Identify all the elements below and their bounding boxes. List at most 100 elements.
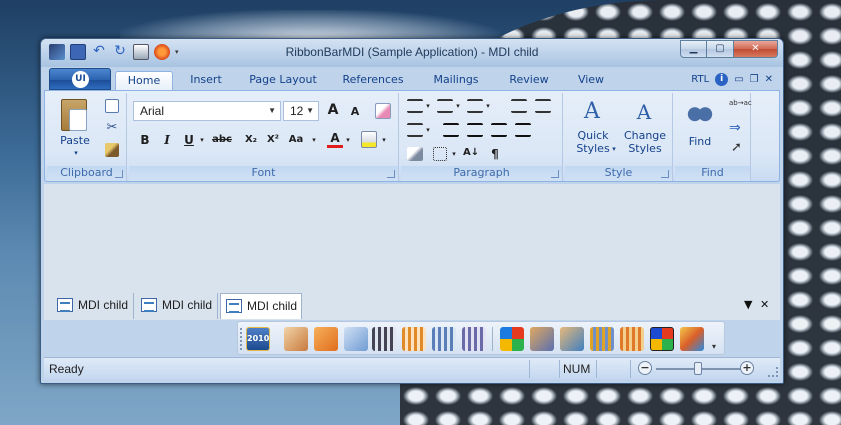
bullets-dropdown-icon[interactable]: ▾ [423,99,433,113]
clipboard-launcher-icon[interactable] [115,170,123,178]
increase-indent-icon[interactable] [535,99,551,113]
bullets-icon[interactable] [407,99,423,113]
font-launcher-icon[interactable] [387,170,395,178]
application-button[interactable]: UI [49,68,111,90]
decrease-indent-icon[interactable] [511,99,527,113]
windows-xp-style-icon[interactable] [500,327,524,351]
subscript-button[interactable]: X₂ [241,133,261,147]
numbering-icon[interactable] [437,99,453,113]
tab-references[interactable]: References [337,71,409,91]
font-size-combo[interactable]: 12 ▼ [283,101,319,121]
grow-font-button[interactable]: A [325,103,341,117]
multilevel-dropdown-icon[interactable]: ▾ [483,99,493,113]
toolbar-overflow-icon[interactable]: ▾ [712,342,716,351]
office-2010-style-icon[interactable]: 2010 [246,327,270,351]
tab-view[interactable]: View [571,71,611,91]
underline-dropdown-icon[interactable]: ▾ [197,133,207,147]
layout-style-icon-1[interactable] [372,327,396,351]
tab-list-dropdown-icon[interactable]: ▼ [744,298,752,311]
zoom-in-button[interactable]: + [740,361,754,375]
mdi-tab-3[interactable]: MDI child [220,293,302,319]
office-style-icon-3[interactable] [344,327,368,351]
format-painter-icon[interactable] [105,143,119,157]
cut-icon[interactable]: ✂ [105,121,119,135]
change-styles-button[interactable]: Change Styles [621,129,669,155]
windows-logo-icon[interactable] [650,327,674,351]
strikethrough-button[interactable]: abc [211,133,233,147]
underline-button[interactable]: U [181,133,197,147]
help-icon[interactable]: i [715,73,729,86]
office-xp-style-icon[interactable] [530,327,554,351]
layout-style-icon-4[interactable] [462,327,486,351]
resize-grip-icon[interactable] [768,367,778,377]
shading-icon[interactable] [407,147,423,161]
mdi-tab-close-icon[interactable]: ✕ [760,298,769,311]
layout-style-icon-3[interactable] [432,327,456,351]
office-style-icon-1[interactable] [284,327,308,351]
font-name-combo[interactable]: Arial ▼ [133,101,281,121]
find-button[interactable]: Find [679,135,721,148]
align-center-icon[interactable] [467,123,483,137]
replace-icon[interactable]: ab→ac [729,99,752,115]
style-launcher-icon[interactable] [661,170,669,178]
paragraph-launcher-icon[interactable] [551,170,559,178]
tab-mailings[interactable]: Mailings [425,71,487,91]
tab-page-layout[interactable]: Page Layout [243,71,323,91]
tab-insert[interactable]: Insert [181,71,231,91]
borders-icon[interactable] [433,147,447,161]
paste-sheet-icon [69,109,87,131]
highlight-dropdown-icon[interactable]: ▾ [379,133,389,147]
bold-button[interactable]: B [137,133,153,147]
line-spacing-icon[interactable] [407,123,423,137]
mdi-restore-icon[interactable]: ❐ [750,74,759,85]
mdi-minimize-icon[interactable]: ▭ [734,74,743,85]
clear-formatting-icon[interactable] [375,103,391,119]
paste-dropdown-icon[interactable]: ▾ [71,147,81,160]
align-right-icon[interactable] [491,123,507,137]
copy-icon[interactable] [105,99,119,113]
line-spacing-dropdown-icon[interactable]: ▾ [423,123,433,137]
goto-arrow-icon[interactable]: ⇒ [729,121,745,135]
font-color-button[interactable]: A [327,131,343,148]
change-case-button[interactable]: Aa [285,133,307,147]
document-icon [57,298,73,312]
numbering-dropdown-icon[interactable]: ▾ [453,99,463,113]
shrink-font-button[interactable]: A [347,105,363,119]
justify-icon[interactable] [515,123,531,137]
mdi-close-icon[interactable]: ✕ [765,74,773,85]
case-dropdown-icon[interactable]: ▾ [309,133,319,147]
change-styles-label-2: Styles [628,142,662,155]
minimize-button[interactable]: ▁ [680,40,707,58]
layout-style-icon-5[interactable] [590,327,614,351]
office-style-icon-2[interactable] [314,327,338,351]
align-left-icon[interactable] [443,123,459,137]
italic-button[interactable]: I [159,133,175,147]
multilevel-list-icon[interactable] [467,99,483,113]
zoom-out-button[interactable]: − [638,361,652,375]
sort-icon[interactable]: A↓ [463,147,479,161]
paste-button[interactable]: Paste [55,134,95,147]
show-marks-button[interactable]: ¶ [487,147,503,161]
quick-styles-dropdown-icon[interactable]: ▾ [609,143,619,156]
office-2005-style-icon[interactable] [560,327,584,351]
layout-style-icon-6[interactable] [620,327,644,351]
rtl-toggle[interactable]: RTL [691,74,709,85]
select-cursor-icon[interactable]: ➚ [731,141,745,155]
tab-review[interactable]: Review [501,71,557,91]
layout-style-icon-2[interactable] [402,327,426,351]
mdi-tab-2[interactable]: MDI child [136,293,218,319]
status-bar: Ready NUM − + [44,357,780,379]
borders-dropdown-icon[interactable]: ▾ [449,147,459,161]
close-button[interactable]: ✕ [734,40,778,58]
document-icon [141,298,157,312]
zoom-slider-track[interactable] [656,368,748,370]
maximize-button[interactable]: ▢ [707,40,734,58]
windows-classic-icon[interactable] [680,327,704,351]
mdi-client-area [44,184,780,290]
zoom-slider-thumb[interactable] [694,362,702,375]
superscript-button[interactable]: X² [263,133,283,147]
mdi-tab-1[interactable]: MDI child [52,293,134,319]
highlight-icon[interactable] [361,131,377,148]
tab-home[interactable]: Home [115,71,173,92]
font-color-dropdown-icon[interactable]: ▾ [343,133,353,147]
